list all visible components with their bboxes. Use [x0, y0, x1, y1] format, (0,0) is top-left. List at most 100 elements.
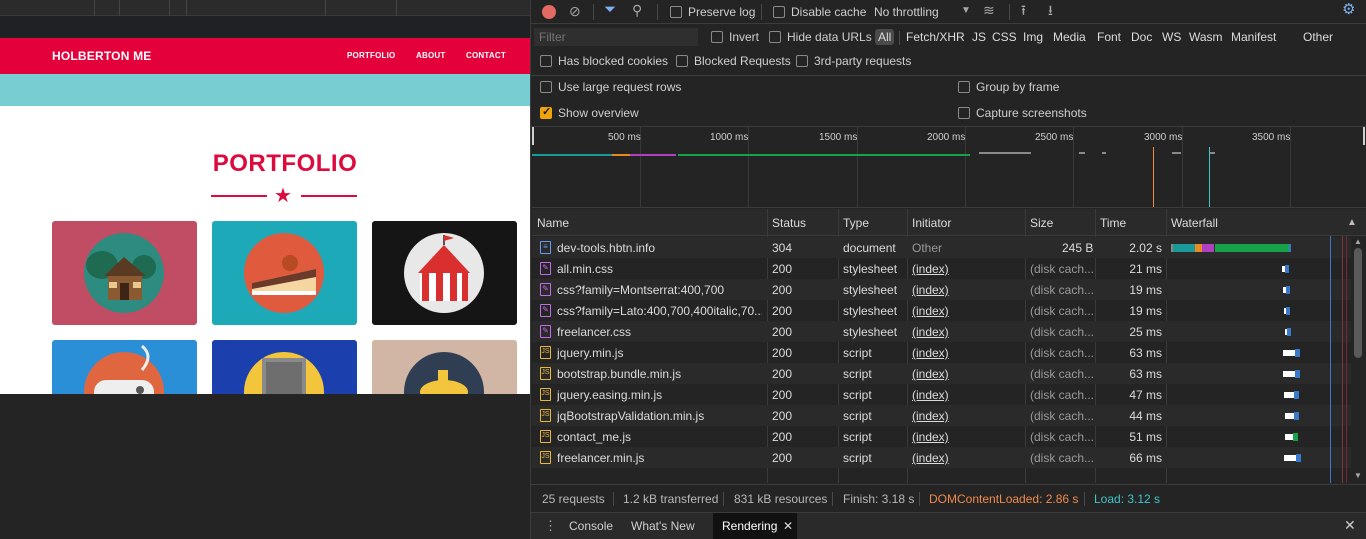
request-name[interactable]: jquery.easing.min.js [557, 388, 762, 402]
group-by-frame-checkbox[interactable] [958, 81, 970, 93]
request-name[interactable]: css?family=Lato:400,700,400italic,70... [557, 304, 762, 318]
request-name[interactable]: dev-tools.hbtn.info [557, 241, 762, 255]
type-filter-fetch-xhr[interactable]: Fetch/XHR [903, 29, 968, 45]
request-initiator[interactable]: (index) [912, 346, 949, 360]
request-initiator[interactable]: (index) [912, 367, 949, 381]
show-overview-checkbox[interactable] [540, 105, 552, 119]
network-conditions-icon[interactable]: ≋ [983, 3, 995, 17]
type-filter-media[interactable]: Media [1050, 29, 1089, 45]
close-tab-icon[interactable]: ✕ [783, 519, 793, 533]
site-brand[interactable]: HOLBERTON ME [52, 49, 152, 63]
tab-console[interactable]: Console [569, 519, 613, 533]
type-filter-css[interactable]: CSS [989, 29, 1020, 45]
column-header-waterfall[interactable]: Waterfall [1171, 216, 1218, 230]
table-row[interactable]: JS freelancer.min.js 200 script (index) (disk… [532, 447, 1352, 468]
column-header-status[interactable]: Status [772, 216, 806, 230]
request-name[interactable]: freelancer.min.js [557, 451, 762, 465]
invert-checkbox[interactable] [711, 31, 723, 43]
request-size: (disk cach... [1030, 346, 1095, 360]
close-drawer-icon[interactable]: ✕ [1344, 518, 1356, 532]
large-rows-checkbox[interactable] [540, 81, 552, 93]
table-row[interactable]: ✎ all.min.css 200 stylesheet (index) (disk ca… [532, 258, 1352, 279]
tab-rendering[interactable]: Rendering ✕ [713, 513, 797, 539]
portfolio-item-safe[interactable] [212, 340, 357, 394]
scrollbar[interactable]: ▲ ▼ [1351, 236, 1365, 483]
portfolio-item-submarine[interactable] [372, 340, 517, 394]
search-icon[interactable]: ⚲ [632, 3, 642, 17]
gear-icon[interactable]: ⚙ [1342, 2, 1355, 17]
type-filter-manifest[interactable]: Manifest [1228, 29, 1279, 45]
disable-cache-checkbox[interactable] [773, 6, 785, 18]
filter-input[interactable] [534, 28, 698, 46]
type-filter-all[interactable]: All [875, 29, 895, 45]
throttling-select[interactable]: No throttling [874, 5, 939, 19]
scroll-down-icon[interactable]: ▼ [1354, 469, 1362, 483]
preserve-log-checkbox[interactable] [670, 6, 682, 18]
type-filter-doc[interactable]: Doc [1128, 29, 1155, 45]
nav-contact[interactable]: CONTACT [466, 51, 506, 60]
nav-portfolio[interactable]: PORTFOLIO [347, 51, 395, 60]
request-initiator[interactable]: (index) [912, 451, 949, 465]
portfolio-heading: PORTFOLIO [212, 150, 358, 177]
request-name[interactable]: bootstrap.bundle.min.js [557, 367, 762, 381]
request-name[interactable]: jqBootstrapValidation.min.js [557, 409, 762, 423]
more-tools-icon[interactable]: ⋮ [544, 519, 557, 533]
overview-timeline[interactable]: 500 ms 1000 ms 1500 ms 2000 ms 2500 ms 3… [532, 127, 1366, 208]
record-stop-button[interactable] [542, 5, 556, 19]
import-har-icon[interactable]: ⭱ [1021, 3, 1026, 17]
tab-whats-new[interactable]: What's New [631, 519, 695, 533]
type-filter-img[interactable]: Img [1020, 29, 1046, 45]
portfolio-item-game-controller[interactable] [52, 340, 197, 394]
table-row[interactable]: JS bootstrap.bundle.min.js 200 script (index… [532, 363, 1352, 384]
portfolio-item-cake[interactable] [212, 221, 357, 325]
column-header-name[interactable]: Name [537, 216, 569, 230]
request-initiator[interactable]: (index) [912, 283, 949, 297]
table-row[interactable]: ≡ dev-tools.hbtn.info 304 document Other 245 … [532, 237, 1352, 258]
has-blocked-cookies-checkbox[interactable] [540, 55, 552, 67]
third-party-checkbox[interactable] [796, 55, 808, 67]
request-initiator[interactable]: (index) [912, 409, 949, 423]
request-name[interactable]: freelancer.css [557, 325, 762, 339]
overview-left-handle[interactable] [532, 127, 534, 145]
type-filter-other[interactable]: Other [1300, 29, 1336, 45]
request-initiator[interactable]: (index) [912, 304, 949, 318]
table-row[interactable]: JS jquery.min.js 200 script (index) (disk cac… [532, 342, 1352, 363]
column-header-size[interactable]: Size [1030, 216, 1053, 230]
blocked-requests-checkbox[interactable] [676, 55, 688, 67]
column-header-initiator[interactable]: Initiator [912, 216, 951, 230]
portfolio-item-circus[interactable] [372, 221, 517, 325]
request-name[interactable]: jquery.min.js [557, 346, 762, 360]
hide-data-urls-checkbox[interactable] [769, 31, 781, 43]
table-row[interactable]: ✎ css?family=Lato:400,700,400italic,70...… [532, 300, 1352, 321]
type-filter-ws[interactable]: WS [1159, 29, 1184, 45]
table-row[interactable]: JS jqBootstrapValidation.min.js 200 script (… [532, 405, 1352, 426]
request-name[interactable]: css?family=Montserrat:400,700 [557, 283, 762, 297]
request-initiator[interactable]: (index) [912, 262, 949, 276]
filter-icon[interactable]: ⏷ [604, 2, 616, 17]
table-row[interactable]: ✎ css?family=Montserrat:400,700 200 stylesh… [532, 279, 1352, 300]
request-initiator[interactable]: (index) [912, 388, 949, 402]
request-time: 63 ms [1129, 346, 1162, 360]
export-har-icon[interactable]: ⭳ [1048, 3, 1053, 17]
overview-right-handle[interactable] [1363, 127, 1365, 145]
column-header-time[interactable]: Time [1100, 216, 1126, 230]
nav-about[interactable]: ABOUT [416, 51, 445, 60]
clear-icon[interactable]: ⊘ [569, 4, 581, 18]
table-row[interactable]: ✎ freelancer.css 200 stylesheet (index) (disk… [532, 321, 1352, 342]
request-initiator[interactable]: (index) [912, 325, 949, 339]
chevron-down-icon[interactable]: ▼ [961, 4, 971, 18]
type-filter-font[interactable]: Font [1094, 29, 1124, 45]
column-header-type[interactable]: Type [843, 216, 869, 230]
request-name[interactable]: contact_me.js [557, 430, 762, 444]
type-filter-js[interactable]: JS [969, 29, 989, 45]
sort-triangle-icon[interactable]: ▲ [1347, 216, 1357, 230]
request-initiator[interactable]: (index) [912, 430, 949, 444]
portfolio-item-cabin[interactable] [52, 221, 197, 325]
capture-screenshots-checkbox[interactable] [958, 107, 970, 119]
scroll-up-icon[interactable]: ▲ [1354, 235, 1362, 249]
table-row[interactable]: JS jquery.easing.min.js 200 script (index) (d… [532, 384, 1352, 405]
request-name[interactable]: all.min.css [557, 262, 762, 276]
table-row[interactable]: JS contact_me.js 200 script (index) (disk cac… [532, 426, 1352, 447]
scrollbar-thumb[interactable] [1354, 248, 1362, 358]
type-filter-wasm[interactable]: Wasm [1186, 29, 1226, 45]
